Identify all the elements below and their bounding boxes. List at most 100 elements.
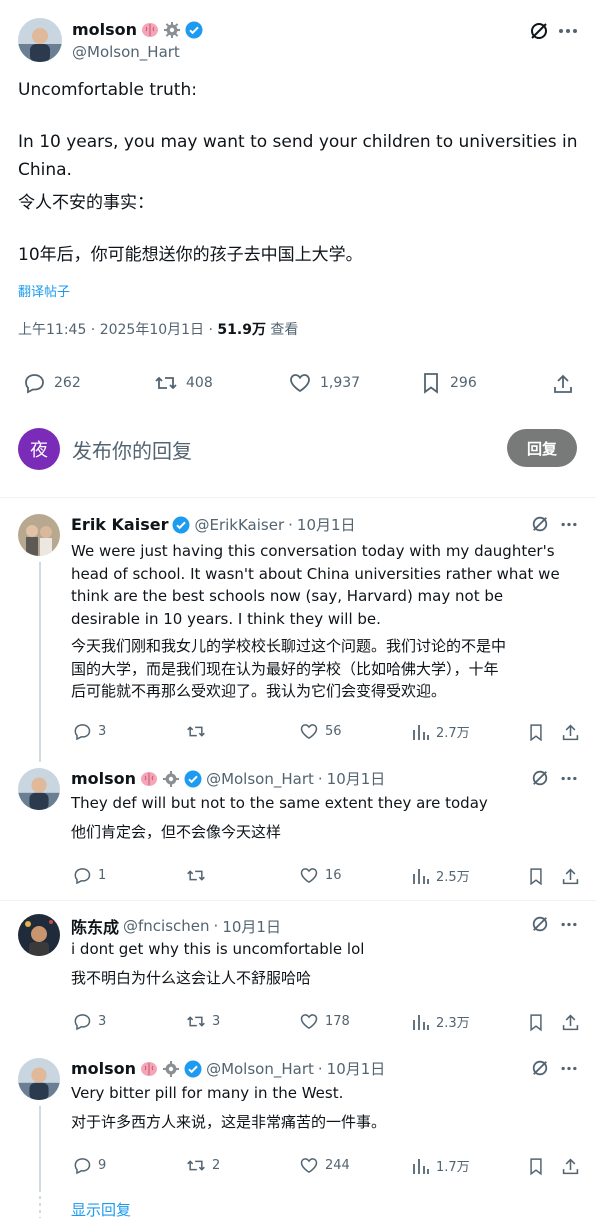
views-count: 2.5万 [436,870,470,885]
verified-badge-icon [185,21,203,39]
author-name[interactable]: molson [72,20,137,39]
reply-action[interactable]: 3 [72,722,106,741]
author-handle[interactable]: @Molson_Hart [72,43,180,61]
post-text-zh-1: 令人不安的事实： [18,193,154,213]
like-action[interactable]: 178 [299,1012,350,1031]
reply-text-en: They def will but not to the same extent… [71,794,488,812]
grok-icon[interactable] [530,768,550,788]
bookmark-icon[interactable] [526,1012,546,1032]
divider [0,900,596,901]
translate-post-link[interactable]: 翻译帖子 [18,281,70,300]
separator: · [288,515,293,534]
reply-text-line: 后可能就不再那么受欢迎了。我认为它们会变得受欢迎。 [71,682,447,700]
reply-date[interactable]: 10月1日 [297,514,356,535]
repost-action[interactable]: 2 [186,1156,220,1175]
share-icon[interactable] [560,1156,580,1176]
thread-line [39,562,41,762]
bookmark-icon[interactable] [526,722,546,742]
repost-action[interactable]: 408 [154,372,213,394]
reply-action[interactable]: 1 [72,866,106,885]
reply-date[interactable]: 10月1日 [327,768,386,789]
reply-author-handle[interactable]: @Molson_Hart [206,1060,314,1078]
reply-header: molson @Molson_Hart · 10月1日 [71,1058,385,1079]
reply-count: 3 [98,1014,107,1029]
reply-button[interactable]: 回复 [507,429,577,467]
main-avatar[interactable] [18,18,62,62]
reply-action[interactable]: 9 [72,1156,106,1175]
gear-icon [162,770,180,788]
reply-date[interactable]: 10月1日 [327,1058,386,1079]
like-count: 1,937 [320,375,361,391]
more-options-icon[interactable] [558,914,580,934]
reply-action[interactable]: 262 [22,372,81,394]
heart-icon [300,868,318,884]
reply-author-handle[interactable]: @fncischen [123,917,210,935]
repost-icon [187,726,205,737]
more-options-icon[interactable] [558,768,580,788]
bookmark-icon[interactable] [526,866,546,886]
reply-author-name[interactable]: Erik Kaiser [71,515,168,534]
grok-icon[interactable] [530,1058,550,1078]
repost-icon [155,376,177,390]
heart-icon [300,1158,318,1174]
share-icon[interactable] [560,722,580,742]
show-replies-link[interactable]: 显示回复 [71,1199,131,1220]
repost-icon [187,1016,205,1027]
views-action[interactable]: 2.3万 [412,1012,470,1031]
reply-avatar[interactable] [18,1058,60,1100]
reply-text-zh: 他们肯定会，但不会像今天这样 [71,823,282,841]
divider [0,497,596,498]
reply-text-line: desirable in 10 years. I think they will… [71,609,381,628]
reply-author-handle[interactable]: @Molson_Hart [206,770,314,788]
heart-icon [300,724,318,740]
views-icon [413,1158,429,1174]
views-action[interactable]: 1.7万 [412,1156,470,1175]
like-action[interactable]: 16 [299,866,342,885]
more-options-icon[interactable] [556,20,580,42]
bookmark-action[interactable]: 296 [420,372,477,394]
more-options-icon[interactable] [558,1058,580,1078]
repost-action[interactable] [186,722,212,741]
reply-date[interactable]: 10月1日 [222,916,281,937]
reply-author-name[interactable]: molson [71,1059,136,1078]
reply-avatar[interactable] [18,514,60,556]
like-count: 178 [325,1014,350,1029]
like-action[interactable]: 244 [299,1156,350,1175]
reply-action[interactable]: 3 [72,1012,106,1031]
reply-text-zh: 今天我们刚和我女儿的学校校长聊过这个问题。我们讨论的不是中 国的大学，而是我们现… [71,635,586,703]
grok-icon[interactable] [528,20,550,42]
share-icon[interactable] [551,372,575,396]
reply-author-handle[interactable]: @ErikKaiser [194,516,284,534]
reply-text-line: think are the best schools now (say, Har… [71,587,504,605]
reply-text-zh: 我不明白为什么这会让人不舒服哈哈 [71,969,312,987]
my-avatar[interactable]: 夜 [18,428,60,470]
repost-action[interactable]: 3 [186,1012,220,1031]
repost-action[interactable] [186,866,212,885]
reply-input[interactable]: 发布你的回复 [72,435,192,464]
repost-count: 3 [212,1014,221,1029]
repost-count: 408 [186,375,213,391]
verified-badge-icon [184,770,202,788]
like-action[interactable]: 1,937 [288,372,360,394]
grok-icon[interactable] [530,914,550,934]
repost-count: 2 [212,1158,221,1173]
views-icon [413,1014,429,1030]
reply-avatar[interactable] [18,768,60,810]
share-icon[interactable] [560,866,580,886]
post-text-en-2a: In 10 years, you may want to send your c… [18,132,578,152]
main-post-header: molson [72,20,203,39]
share-icon[interactable] [560,1012,580,1032]
views-action[interactable]: 2.7万 [412,722,470,741]
reply-avatar[interactable] [18,914,60,956]
heart-icon [300,1014,318,1030]
like-action[interactable]: 56 [299,722,342,741]
views-action[interactable]: 2.5万 [412,866,470,885]
separator: · [317,769,323,788]
post-time[interactable]: 上午11:45 · 2025年10月1日 · [18,322,217,338]
reply-author-name[interactable]: molson [71,769,136,788]
more-options-icon[interactable] [558,514,580,534]
separator: · [213,917,219,935]
bookmark-icon[interactable] [526,1156,546,1176]
reply-author-name[interactable]: 陈东成 [71,914,119,938]
grok-icon[interactable] [530,514,550,534]
